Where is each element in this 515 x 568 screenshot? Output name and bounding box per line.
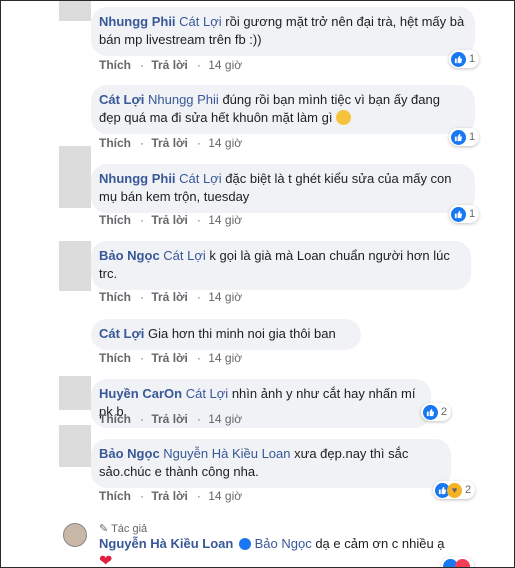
- comment-bubble: Nhungg Phii Cát Lợi đặc biệt là t ghét k…: [91, 164, 475, 213]
- comment-author[interactable]: Nhungg Phii: [99, 14, 176, 29]
- mention-tag[interactable]: Cát Lợi: [179, 14, 222, 29]
- reply-button[interactable]: Trả lời: [151, 213, 188, 227]
- heart-reaction-icon: [455, 558, 470, 567]
- comment-bubble: Cát Lợi Gia hơn thi minh noi gia thôi ba…: [91, 319, 361, 350]
- heart-icon: ❤: [99, 553, 113, 568]
- avatar[interactable]: [63, 523, 87, 547]
- reaction-count[interactable]: 1: [449, 205, 480, 223]
- comment-bubble: Bảo Ngọc Cát Lợi k gọi là già mà Loan ch…: [91, 241, 471, 290]
- mention-tag[interactable]: Nhungg Phii: [148, 92, 219, 107]
- timestamp[interactable]: 14 giờ: [208, 489, 242, 503]
- mention-tag[interactable]: Cát Lợi: [163, 248, 206, 263]
- like-icon: [451, 206, 466, 222]
- reply-button[interactable]: Trả lời: [151, 290, 188, 304]
- timestamp[interactable]: 14 giờ: [208, 58, 242, 72]
- comment-thread: Nhungg Phii Cát Lợi rồi gương mặt trở nê…: [0, 0, 515, 568]
- comment-author[interactable]: Cát Lợi: [99, 326, 144, 341]
- mention-tag[interactable]: Cát Lợi: [179, 171, 222, 186]
- reaction-count[interactable]: ♥ 2: [433, 481, 476, 499]
- comment-actions: Thích · Trả lời · 14 giờ: [99, 58, 243, 72]
- comment-bubble: Nhungg Phii Cát Lợi rồi gương mặt trở nê…: [91, 7, 475, 56]
- care-icon: ♥: [447, 482, 462, 498]
- like-button[interactable]: Thích: [99, 58, 131, 72]
- timestamp[interactable]: 14 giờ: [208, 136, 242, 150]
- comment-actions: Thích · Trả lời · 14 giờ: [99, 489, 243, 503]
- comment-author[interactable]: Huyền CarOn: [99, 386, 182, 401]
- reaction-count[interactable]: 1: [449, 50, 480, 68]
- reaction-count[interactable]: 2: [421, 403, 452, 421]
- like-button[interactable]: Thích: [99, 489, 131, 503]
- like-icon: [451, 129, 466, 145]
- timestamp[interactable]: 14 giờ: [208, 213, 242, 227]
- comment-text: Gia hơn thi minh noi gia thôi ban: [147, 326, 336, 341]
- like-button[interactable]: Thích: [99, 213, 131, 227]
- timestamp[interactable]: 14 giờ: [208, 290, 242, 304]
- avatar[interactable]: [59, 85, 91, 117]
- comment-author[interactable]: Cát Lợi: [99, 92, 144, 107]
- comment-actions: Thích · Trả lời · 14 giờ: [99, 290, 243, 304]
- avatar[interactable]: [59, 146, 91, 208]
- comment-bubble: Bảo Ngọc Nguyễn Hà Kiều Loan xưa đẹp.nay…: [91, 439, 451, 488]
- reply-button[interactable]: Trả lời: [151, 351, 188, 365]
- comment-actions: Thích · Trả lời · 14 giờ: [99, 351, 243, 365]
- comment-author[interactable]: Bảo Ngọc: [99, 446, 160, 461]
- timestamp[interactable]: 14 giờ: [208, 412, 242, 426]
- mention-tag[interactable]: Cát Lợi: [186, 386, 229, 401]
- like-button[interactable]: Thích: [99, 351, 131, 365]
- reaction-count[interactable]: 1: [449, 128, 480, 146]
- like-button[interactable]: Thích: [99, 136, 131, 150]
- comment-actions: Thích · Trả lời · 14 giờ: [99, 136, 243, 150]
- reply-button[interactable]: Trả lời: [151, 136, 188, 150]
- reaction-count[interactable]: [441, 557, 474, 567]
- reply-button[interactable]: Trả lời: [151, 58, 188, 72]
- like-button[interactable]: Thích: [99, 412, 131, 426]
- avatar[interactable]: [59, 1, 91, 21]
- comment-text: dạ e cảm ơn c nhiều ạ: [315, 536, 445, 551]
- mention-tag[interactable]: Nguyễn Hà Kiều Loan: [163, 446, 290, 461]
- comment-bubble: Cát Lợi Nhungg Phii đúng rồi bạn mình ti…: [91, 85, 475, 134]
- like-icon: [451, 51, 466, 67]
- comment-author[interactable]: Nhungg Phii: [99, 171, 176, 186]
- comment-actions: Thích · Trả lời · 14 giờ: [99, 412, 243, 426]
- comment-author[interactable]: Nguyễn Hà Kiều Loan: [99, 536, 233, 551]
- reply-button[interactable]: Trả lời: [151, 489, 188, 503]
- avatar[interactable]: [59, 425, 91, 467]
- comment-bubble: Nguyễn Hà Kiều Loan Bảo Ngọc dạ e cảm ơn…: [91, 533, 471, 568]
- like-button[interactable]: Thích: [99, 290, 131, 304]
- comment-author[interactable]: Bảo Ngọc: [99, 248, 160, 263]
- reply-button[interactable]: Trả lời: [151, 412, 188, 426]
- like-icon: [423, 404, 438, 420]
- timestamp[interactable]: 14 giờ: [208, 351, 242, 365]
- mention-tag[interactable]: Bảo Ngọc: [255, 536, 312, 551]
- verified-icon: [238, 538, 251, 550]
- comment-actions: Thích · Trả lời · 14 giờ: [99, 213, 243, 227]
- avatar[interactable]: [59, 376, 91, 410]
- avatar[interactable]: [59, 241, 91, 291]
- sad-emoji-icon: [336, 110, 352, 125]
